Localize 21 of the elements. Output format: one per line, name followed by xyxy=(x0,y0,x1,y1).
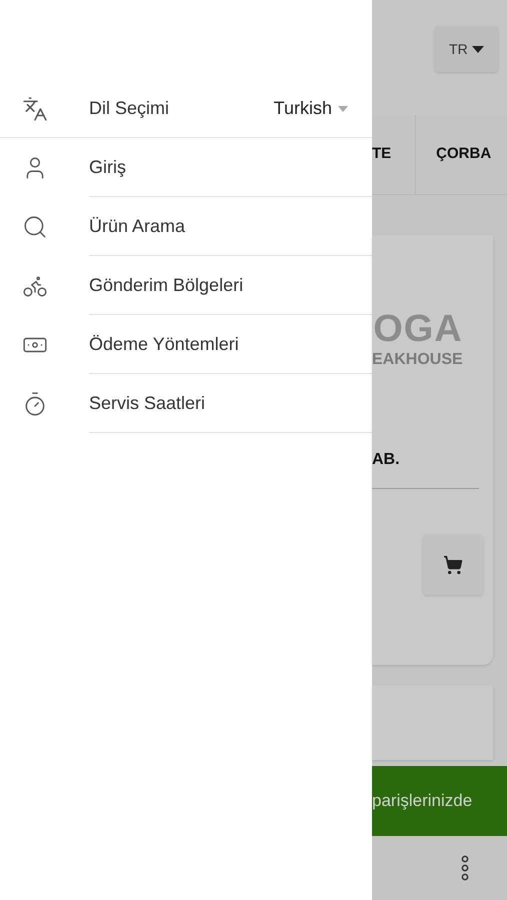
logo-text: OGA xyxy=(373,310,463,348)
caret-icon xyxy=(338,106,348,112)
language-label: Dil Seçimi xyxy=(89,97,170,120)
translate-icon xyxy=(22,96,48,122)
menu-item-label: Ödeme Yöntemleri xyxy=(89,332,239,356)
search-icon xyxy=(22,214,48,240)
caret-icon xyxy=(472,46,484,52)
notice-text: parişlerinizde xyxy=(372,790,472,812)
more-icon[interactable] xyxy=(460,855,469,881)
category-tab[interactable]: ÇORBA xyxy=(436,143,492,166)
menu-item-label: Giriş xyxy=(89,156,126,179)
menu-item-label: Servis Saatleri xyxy=(89,392,206,414)
menu-item-label: Ürün Arama xyxy=(89,214,186,238)
menu-item-label: Gönderim Bölgeleri xyxy=(89,274,244,297)
logo-subtitle: EAKHOUSE xyxy=(372,352,463,368)
category-tab[interactable]: TE xyxy=(372,143,392,166)
language-button[interactable]: TR xyxy=(435,26,498,72)
cart-icon xyxy=(442,555,463,575)
product-title: AB. xyxy=(372,451,400,468)
language-value: Turkish xyxy=(274,97,332,120)
add-to-cart-button[interactable] xyxy=(422,535,483,595)
